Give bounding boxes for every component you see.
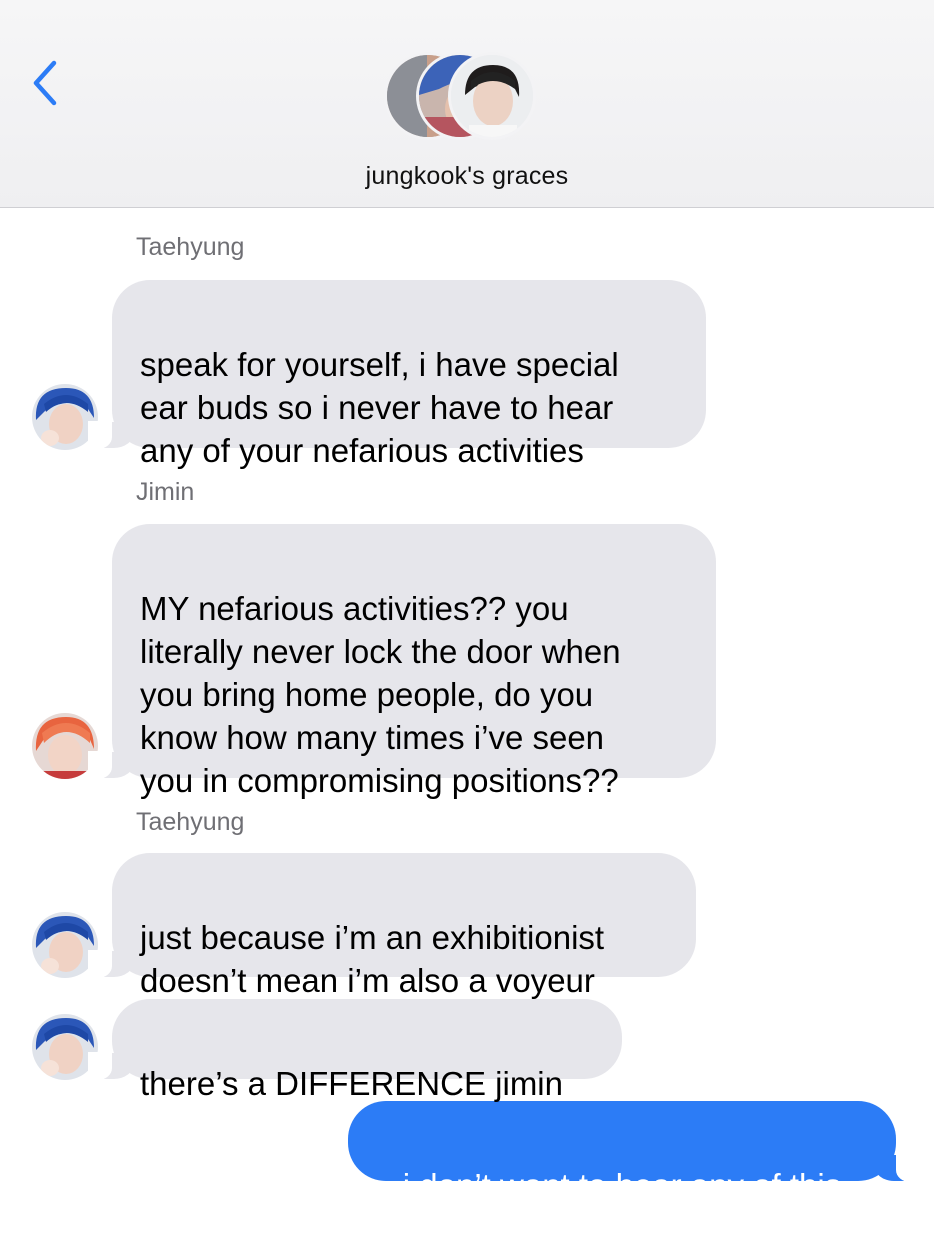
sender-name: Taehyung bbox=[136, 233, 245, 261]
message-bubble[interactable]: there’s a DIFFERENCE jimin bbox=[88, 999, 622, 1102]
message-bubble[interactable]: just because i’m an exhibitionist doesn’… bbox=[88, 853, 696, 999]
chevron-left-icon bbox=[33, 60, 57, 106]
sender-name: Jimin bbox=[136, 478, 195, 506]
conversation-header: jungkook's graces bbox=[0, 0, 934, 208]
message-text: there’s a DIFFERENCE jimin bbox=[140, 1065, 563, 1102]
group-avatar-3 bbox=[448, 52, 536, 140]
group-avatar-stack[interactable] bbox=[384, 52, 554, 148]
message-bubble[interactable]: MY nefarious activities?? you literally … bbox=[88, 524, 716, 799]
back-button[interactable] bbox=[24, 55, 68, 111]
message-text: i don’t want to hear any of this bbox=[402, 1167, 842, 1204]
group-name[interactable]: jungkook's graces bbox=[0, 162, 934, 191]
message-bubble[interactable]: speak for yourself, i have special ear b… bbox=[88, 280, 706, 469]
sender-name: Taehyung bbox=[136, 808, 245, 836]
message-text: speak for yourself, i have special ear b… bbox=[140, 346, 619, 469]
message-text: MY nefarious activities?? you literally … bbox=[140, 590, 621, 799]
sent-message-bubble[interactable]: i don’t want to hear any of this bbox=[348, 1101, 920, 1204]
message-text: just because i’m an exhibitionist doesn’… bbox=[140, 919, 605, 999]
